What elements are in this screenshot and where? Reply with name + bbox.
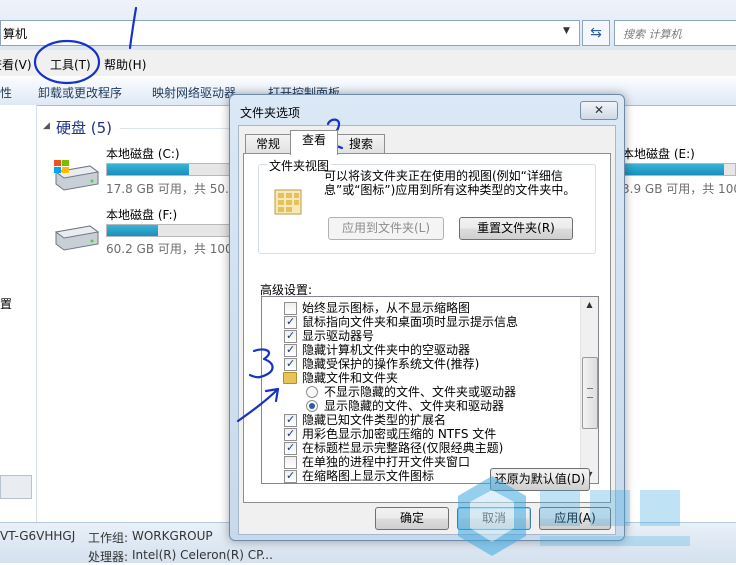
radio-button[interactable]: [306, 386, 318, 398]
setting-label: 鼠标指向文件夹和桌面项时显示提示信息: [302, 315, 519, 329]
drive-f-info: 60.2 GB 可用，共 100: [106, 242, 233, 256]
navigation-pane: 置: [0, 105, 37, 525]
drive-c-usage-bar: [106, 163, 236, 176]
drive-c-icon: [54, 160, 100, 191]
cmd-properties[interactable]: 性: [0, 84, 12, 101]
ok-button[interactable]: 确定: [375, 507, 449, 530]
watermark-logo: [458, 476, 690, 556]
address-path: 算机: [3, 27, 28, 41]
search-input[interactable]: 搜索 计算机: [614, 20, 736, 46]
drive-e-info: 3.9 GB 可用，共 100: [622, 182, 736, 196]
section-divider: [120, 128, 230, 129]
drive-e-fill: [623, 164, 724, 175]
refresh-icon[interactable]: ⇆: [582, 20, 610, 46]
setting-label: 在单独的进程中打开文件夹窗口: [302, 455, 471, 469]
setting-label: 显示隐藏的文件、文件夹和驱动器: [324, 399, 505, 413]
search-placeholder: 搜索 计算机: [623, 28, 682, 41]
drive-c-info: 17.8 GB 可用，共 50.0: [106, 182, 237, 196]
annotation-3-text: 3: [0, 0, 1, 1]
checkbox[interactable]: [284, 441, 297, 455]
checkbox[interactable]: [284, 469, 297, 483]
checkbox[interactable]: [284, 315, 297, 329]
tab-page-view: 文件夹视图 可以将该文件夹正在使用的视图(例如“详细信息”或“图标”)应用到所有…: [243, 153, 611, 503]
annotation-stroke: [128, 6, 138, 50]
address-bar: 算机 ▼ ⇆ 搜索 计算机: [0, 0, 736, 51]
setting-label: 隐藏计算机文件夹中的空驱动器: [302, 343, 471, 357]
setting-label: 用彩色显示加密或压缩的 NTFS 文件: [302, 427, 497, 441]
collapse-triangle-icon[interactable]: ◢: [43, 121, 50, 131]
checkbox[interactable]: [284, 456, 297, 469]
radio-button[interactable]: [306, 400, 318, 412]
setting-label: 隐藏文件和文件夹: [302, 371, 399, 385]
scroll-up-icon[interactable]: ▲: [581, 297, 598, 313]
drive-f-name[interactable]: 本地磁盘 (F:): [106, 206, 177, 223]
setting-label: 不显示隐藏的文件、文件夹或驱动器: [324, 385, 517, 399]
menu-bar: 查看(V) 工具(T) 帮助(H): [0, 50, 736, 76]
nav-label: 置: [0, 297, 13, 311]
tab-general[interactable]: 常规: [245, 134, 291, 154]
processor-value: Intel(R) Celeron(R) CP...: [132, 548, 273, 562]
folder-view-icon: [274, 189, 302, 215]
annotation-circle: [33, 39, 101, 85]
section-title: 硬盘 (5): [56, 119, 113, 137]
drive-f-icon: [54, 225, 100, 251]
nav-scrollbar[interactable]: [0, 475, 32, 499]
dialog-title: 文件夹选项: [240, 106, 301, 120]
menu-view[interactable]: 查看(V): [0, 56, 32, 73]
chevron-down-icon[interactable]: ▼: [563, 26, 570, 36]
scroll-grip-icon: [587, 388, 593, 398]
checkbox[interactable]: [284, 427, 297, 441]
processor-label: 处理器:: [88, 550, 129, 564]
setting-label: 隐藏已知文件类型的扩展名: [302, 413, 447, 427]
close-button[interactable]: ✕: [580, 101, 618, 120]
workgroup-label: 工作组:: [88, 531, 129, 545]
drive-f-fill: [107, 225, 159, 236]
cmd-map-drive[interactable]: 映射网络驱动器: [152, 84, 236, 101]
list-scrollbar[interactable]: ▲ ▼: [580, 297, 598, 483]
drive-c-name[interactable]: 本地磁盘 (C:): [106, 145, 180, 162]
checkbox[interactable]: [284, 329, 297, 343]
folder-view-legend: 文件夹视图: [267, 157, 332, 174]
setting-label: 始终显示图标，从不显示缩略图: [302, 301, 471, 315]
drive-e-name[interactable]: 本地磁盘 (E:): [622, 145, 695, 162]
apply-to-folders-button[interactable]: 应用到文件夹(L): [328, 217, 444, 240]
computer-name: VT-G6VHHGJ: [0, 529, 76, 543]
reset-folders-button[interactable]: 重置文件夹(R): [459, 217, 573, 240]
folder-view-group: 文件夹视图 可以将该文件夹正在使用的视图(例如“详细信息”或“图标”)应用到所有…: [258, 157, 596, 254]
checkbox[interactable]: [284, 302, 297, 315]
folder-view-description: 可以将该文件夹正在使用的视图(例如“详细信息”或“图标”)应用到所有这种类型的文…: [324, 169, 576, 197]
menu-help[interactable]: 帮助(H): [104, 56, 146, 73]
tab-view[interactable]: 查看: [290, 130, 338, 155]
scroll-thumb[interactable]: [582, 357, 598, 429]
setting-label: 显示驱动器号: [302, 329, 375, 343]
drive-e-usage-bar: [622, 163, 736, 176]
advanced-settings-list[interactable]: 始终显示图标，从不显示缩略图鼠标指向文件夹和桌面项时显示提示信息显示驱动器号隐藏…: [261, 296, 599, 484]
setting-label: 在缩略图上显示文件图标: [302, 469, 435, 483]
drive-f-usage-bar: [106, 224, 236, 237]
drive-c-fill: [107, 164, 189, 175]
setting-label: 在标题栏显示完整路径(仅限经典主题): [302, 441, 504, 455]
annotation-number-3-arrow: [236, 348, 280, 423]
workgroup-value: WORKGROUP: [132, 529, 213, 543]
setting-label: 隐藏受保护的操作系统文件(推荐): [302, 357, 480, 371]
